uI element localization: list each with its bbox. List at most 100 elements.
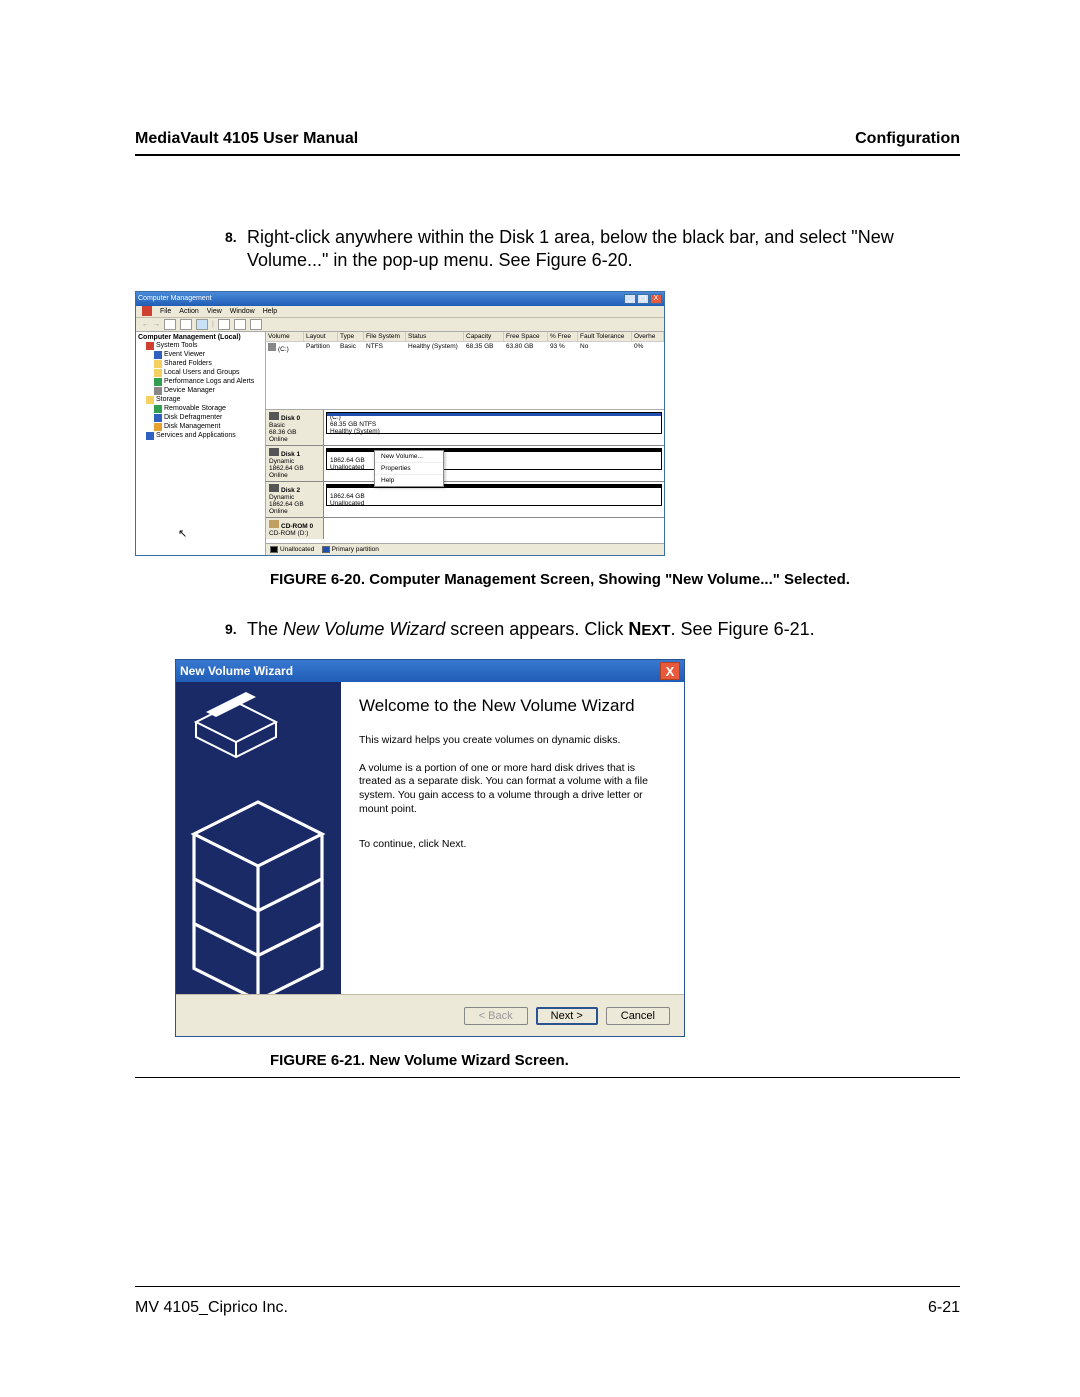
menu-help[interactable]: Help <box>263 308 277 315</box>
wizard-titlebar: New Volume Wizard X <box>176 660 684 682</box>
toolbar-button[interactable] <box>164 319 176 330</box>
nav-tree: Computer Management (Local) System Tools… <box>136 332 266 555</box>
event-viewer-icon <box>154 351 162 359</box>
disk-legend: Unallocated Primary partition <box>266 543 664 555</box>
wizard-p3: To continue, click Next. <box>359 838 666 852</box>
step-9: 9. The New Volume Wizard screen appears.… <box>135 618 960 641</box>
disk-row[interactable]: Disk 2Dynamic1862.64 GBOnline 1862.64 GB… <box>266 482 664 518</box>
menu-file[interactable]: File <box>160 308 171 315</box>
tree-item: Storage <box>136 396 265 404</box>
next-button[interactable]: Next > <box>536 1007 598 1025</box>
tree-item: Services and Applications <box>136 432 265 440</box>
tree-item: Disk Defragmenter <box>136 414 265 422</box>
folder-icon <box>154 360 162 368</box>
tree-item: Device Manager <box>136 387 265 395</box>
partition-bar <box>327 413 661 416</box>
device-icon <box>154 387 162 395</box>
footer-rule <box>135 1286 960 1287</box>
toolbar-button[interactable] <box>180 319 192 330</box>
disk-row[interactable]: CD-ROM 0CD-ROM (D:) <box>266 518 664 539</box>
wizard-sidebar <box>176 682 341 994</box>
wizard-p2: A volume is a portion of one or more har… <box>359 762 666 817</box>
folder-icon <box>154 369 162 377</box>
volume-icon <box>268 343 276 351</box>
disk-row[interactable]: Disk 0Basic68.36 GBOnline (C:)68.35 GB N… <box>266 410 664 446</box>
step-8: 8. Right-click anywhere within the Disk … <box>135 226 960 273</box>
app-icon <box>142 306 152 316</box>
tree-item: System Tools <box>136 342 265 350</box>
disk-graphic-view: Disk 0Basic68.36 GBOnline (C:)68.35 GB N… <box>266 410 664 543</box>
footer-right: 6-21 <box>928 1299 960 1317</box>
wizard-heading: Welcome to the New Volume Wizard <box>359 696 666 716</box>
header-left: MediaVault 4105 User Manual <box>135 130 358 148</box>
menu-view[interactable]: View <box>207 308 222 315</box>
services-icon <box>146 432 154 440</box>
toolbar-button[interactable] <box>234 319 246 330</box>
toolbar-button[interactable] <box>196 319 208 330</box>
header-right: Configuration <box>855 130 960 148</box>
folder-icon <box>146 396 154 404</box>
perf-icon <box>154 378 162 386</box>
disk-icon <box>269 412 279 420</box>
close-button[interactable]: X <box>660 662 680 680</box>
tree-item: Local Users and Groups <box>136 369 265 377</box>
disk-mgmt-icon <box>154 423 162 431</box>
legend-unallocated-icon <box>270 546 278 553</box>
window-titlebar: Computer Management _ ❐ X <box>136 292 664 306</box>
toolbar-button[interactable] <box>218 319 230 330</box>
maximize-button[interactable]: ❐ <box>637 294 649 304</box>
footer-left: MV 4105_Ciprico Inc. <box>135 1299 288 1317</box>
removable-icon <box>154 405 162 413</box>
volume-row[interactable]: (C:) Partition Basic NTFS Healthy (Syste… <box>266 342 664 354</box>
defrag-icon <box>154 414 162 422</box>
menu-window[interactable]: Window <box>230 308 255 315</box>
step-9-number: 9. <box>225 618 247 641</box>
new-volume-wizard-window: New Volume Wizard X <box>175 659 685 1037</box>
back-button[interactable]: < Back <box>464 1007 528 1025</box>
toolbar: ← → | <box>136 318 664 332</box>
figure-6-20: Computer Management _ ❐ X File Action Vi… <box>135 291 960 556</box>
minimize-button[interactable]: _ <box>624 294 636 304</box>
page-footer: MV 4105_Ciprico Inc. 6-21 <box>135 1286 960 1317</box>
menu-help[interactable]: Help <box>375 475 443 486</box>
cancel-button[interactable]: Cancel <box>606 1007 670 1025</box>
tree-item: Removable Storage <box>136 405 265 413</box>
menu-new-volume[interactable]: New Volume... <box>375 451 443 463</box>
figure-6-21: New Volume Wizard X <box>175 659 960 1037</box>
wizard-title: New Volume Wizard <box>180 664 293 678</box>
disk-row[interactable]: Disk 1Dynamic1862.64 GBOnline 1862.64 GB… <box>266 446 664 482</box>
menu-bar: File Action View Window Help <box>136 306 664 318</box>
toolbar-sep: | <box>212 321 214 328</box>
figure-6-20-caption: FIGURE 6-20. Computer Management Screen,… <box>270 571 960 588</box>
tree-root[interactable]: Computer Management (Local) <box>136 334 265 341</box>
content-end-rule <box>135 1077 960 1078</box>
header-rule <box>135 154 960 156</box>
cdrom-icon <box>269 520 279 528</box>
nav-back-icon[interactable]: ← <box>142 321 149 328</box>
wizard-p1: This wizard helps you create volumes on … <box>359 734 666 748</box>
tree-item: Disk Management <box>136 423 265 431</box>
disk-stack-icon <box>186 692 331 994</box>
tree-item: Shared Folders <box>136 360 265 368</box>
volume-list: Volume Layout Type File System Status Ca… <box>266 332 664 410</box>
menu-action[interactable]: Action <box>179 308 198 315</box>
toolbar-button[interactable] <box>250 319 262 330</box>
tools-icon <box>146 342 154 350</box>
wizard-button-row: < Back Next > Cancel <box>176 994 684 1036</box>
tree-item: Performance Logs and Alerts <box>136 378 265 386</box>
figure-6-21-caption: FIGURE 6-21. New Volume Wizard Screen. <box>270 1052 960 1069</box>
wizard-content: Welcome to the New Volume Wizard This wi… <box>341 682 684 994</box>
context-menu: New Volume... Properties Help <box>374 450 444 487</box>
disk-icon <box>269 448 279 456</box>
legend-primary-icon <box>322 546 330 553</box>
step-9-text: The New Volume Wizard screen appears. Cl… <box>247 618 815 641</box>
computer-management-window: Computer Management _ ❐ X File Action Vi… <box>135 291 665 556</box>
mouse-cursor-icon: ↖ <box>178 527 187 540</box>
step-8-number: 8. <box>225 226 247 273</box>
menu-properties[interactable]: Properties <box>375 463 443 475</box>
tree-item: Event Viewer <box>136 351 265 359</box>
nav-fwd-icon[interactable]: → <box>153 321 160 328</box>
close-button[interactable]: X <box>650 294 662 304</box>
window-title: Computer Management <box>138 295 212 302</box>
step-8-text: Right-click anywhere within the Disk 1 a… <box>247 226 960 273</box>
